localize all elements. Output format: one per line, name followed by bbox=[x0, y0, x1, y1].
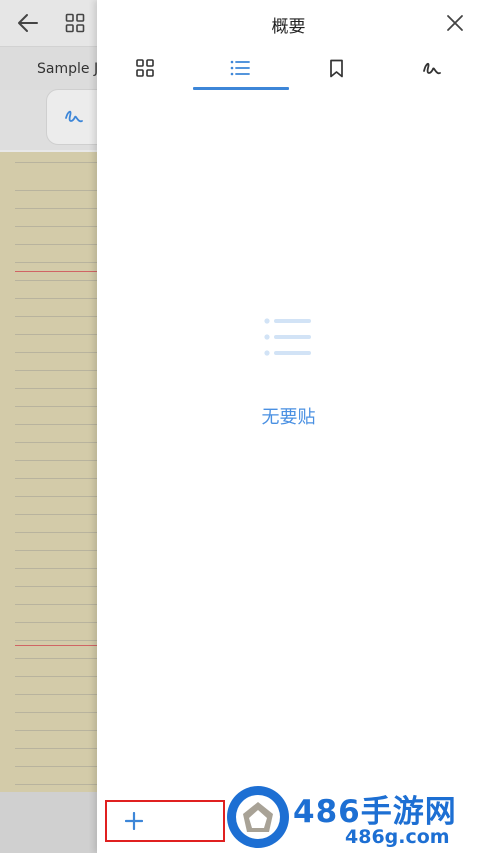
tab-outline[interactable] bbox=[193, 46, 288, 90]
notebook-margin bbox=[0, 152, 15, 792]
list-icon bbox=[230, 60, 250, 76]
outline-panel: 概要 无要贴 bbox=[97, 0, 480, 853]
grid-icon bbox=[136, 59, 154, 77]
document-tab-label: Sample J bbox=[37, 61, 99, 77]
add-button[interactable] bbox=[105, 800, 225, 842]
bookmark-icon bbox=[330, 59, 343, 78]
panel-title: 概要 bbox=[271, 17, 306, 37]
tab-bookmarks[interactable] bbox=[289, 46, 384, 90]
active-tab-indicator bbox=[193, 87, 289, 90]
tab-thumbnails[interactable] bbox=[97, 46, 192, 90]
pen-icon bbox=[423, 62, 441, 75]
watermark-subtitle: 486g.com bbox=[345, 826, 450, 848]
grid-icon[interactable] bbox=[65, 13, 85, 33]
page-divider-line bbox=[15, 645, 97, 646]
page-divider-line bbox=[15, 271, 97, 272]
close-icon[interactable] bbox=[446, 14, 464, 32]
pen-icon bbox=[65, 110, 83, 123]
watermark-title: 486手游网 bbox=[293, 794, 457, 830]
tab-handwriting[interactable] bbox=[385, 46, 480, 90]
back-arrow-icon[interactable] bbox=[16, 12, 40, 34]
empty-list-icon bbox=[264, 318, 311, 356]
watermark: 486手游网 486g.com bbox=[225, 782, 480, 853]
empty-state-message: 无要贴 bbox=[261, 407, 316, 428]
watermark-logo-icon bbox=[227, 786, 289, 848]
plus-icon bbox=[125, 812, 143, 830]
